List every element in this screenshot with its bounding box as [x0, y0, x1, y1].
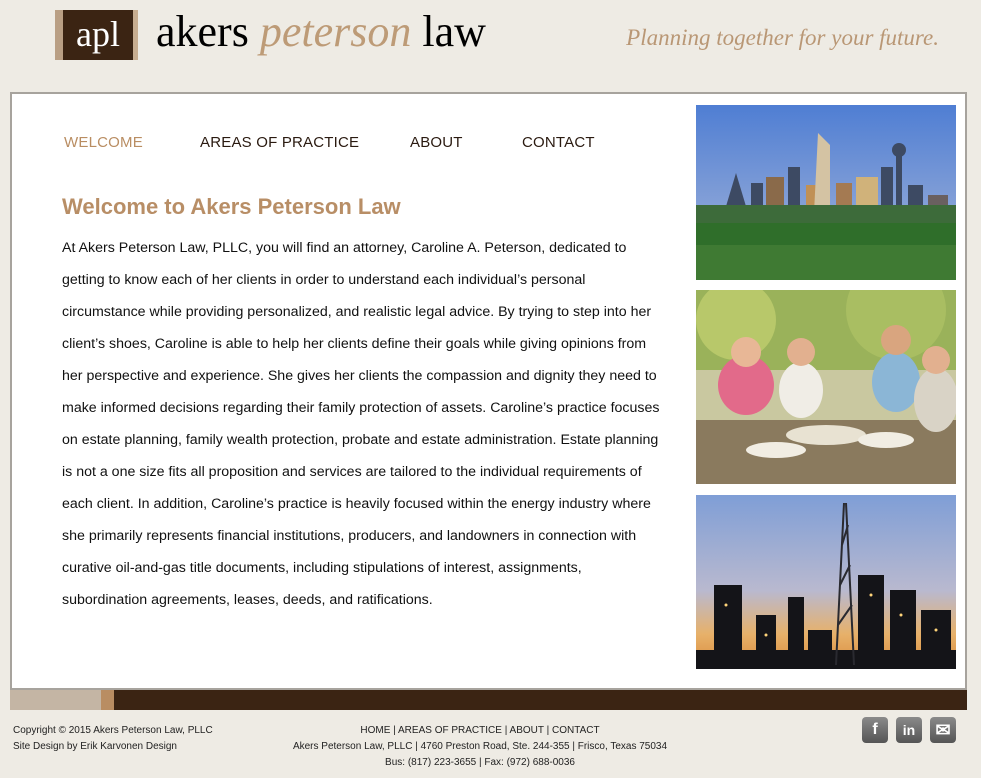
footer-bar-tan	[10, 690, 101, 710]
family-photo	[696, 290, 956, 484]
footer-link-about[interactable]: ABOUT	[510, 725, 544, 736]
footer-credits: Copyright © 2015 Akers Peterson Law, PLL…	[13, 723, 213, 755]
skyline-photo	[696, 105, 956, 280]
nav-areas-of-practice[interactable]: AREAS OF PRACTICE	[200, 134, 359, 151]
page-title: Welcome to Akers Peterson Law	[62, 194, 401, 219]
logo-stripe	[133, 10, 138, 60]
footer-address: Akers Peterson Law, PLLC | 4760 Preston …	[292, 741, 668, 752]
nav-about[interactable]: ABOUT	[410, 134, 463, 151]
nav-contact[interactable]: CONTACT	[522, 134, 595, 151]
logo-text: apl	[63, 10, 133, 60]
footer-links: HOME | AREAS OF PRACTICE | ABOUT | CONTA…	[280, 723, 680, 739]
linkedin-icon[interactable]: in	[896, 717, 922, 743]
facebook-icon[interactable]: f	[862, 717, 888, 743]
footer-color-bar	[10, 690, 967, 710]
footer-link-areas-of-practice[interactable]: AREAS OF PRACTICE	[398, 725, 502, 736]
brand-wordmark[interactable]: akers peterson law	[156, 6, 486, 58]
footer-link-home[interactable]: HOME	[360, 725, 390, 736]
footer-phones: Bus: (817) 223-3655 | Fax: (972) 688-003…	[385, 757, 575, 768]
design-credit: Site Design by Erik Karvonen Design	[13, 741, 177, 752]
logo[interactable]: apl	[55, 10, 138, 60]
mail-icon[interactable]: ✉	[930, 717, 956, 743]
brand-mid: peterson	[259, 7, 412, 56]
tagline: Planning together for your future.	[626, 25, 939, 50]
brand-last: law	[422, 7, 486, 56]
nav-welcome[interactable]: WELCOME	[64, 134, 143, 151]
footer-link-contact[interactable]: CONTACT	[552, 725, 600, 736]
welcome-paragraph: At Akers Peterson Law, PLLC, you will fi…	[62, 240, 660, 608]
oil-rig-photo	[696, 495, 956, 669]
footer-info: HOME | AREAS OF PRACTICE | ABOUT | CONTA…	[280, 723, 680, 771]
content-panel: WELCOME AREAS OF PRACTICE ABOUT CONTACT …	[10, 92, 967, 690]
footer-bar-accent	[101, 690, 114, 710]
copyright-text: Copyright © 2015 Akers Peterson Law, PLL…	[13, 725, 213, 736]
brand-first: akers	[156, 7, 249, 56]
